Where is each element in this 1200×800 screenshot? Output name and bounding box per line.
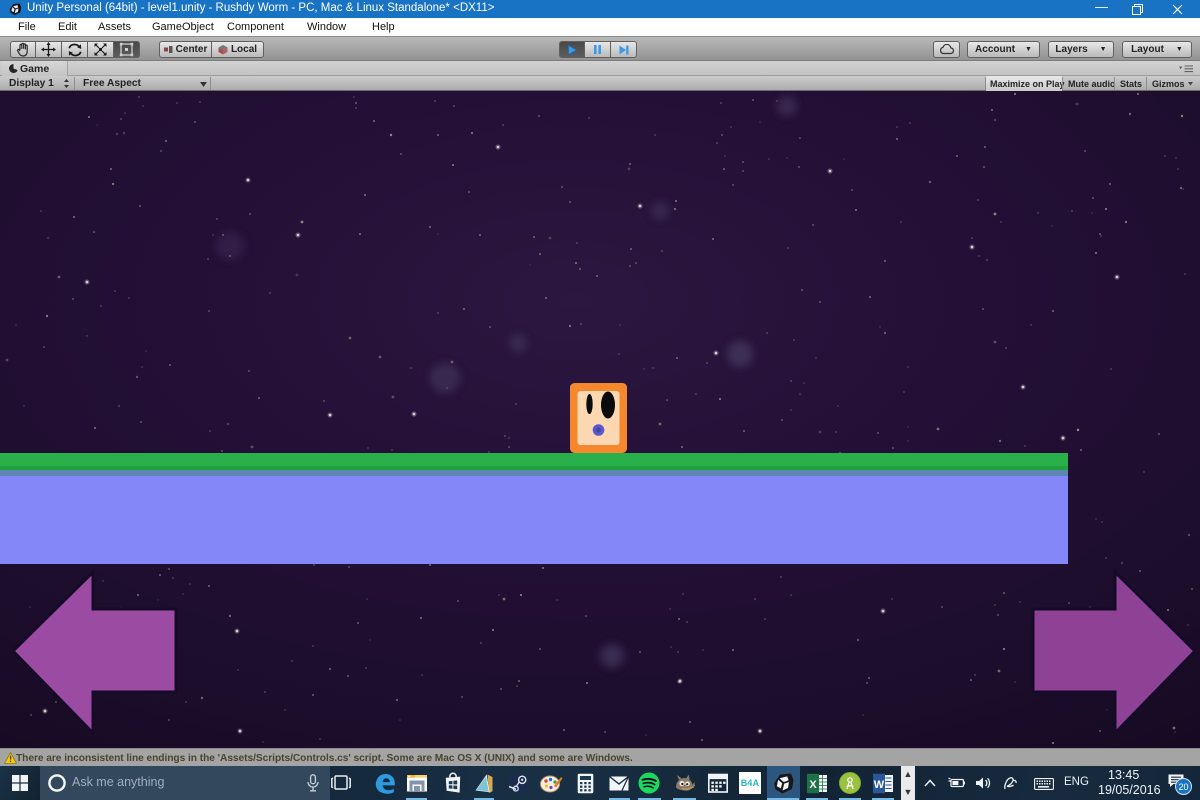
svg-text:W: W [874,779,885,791]
svg-text:X: X [809,779,817,791]
